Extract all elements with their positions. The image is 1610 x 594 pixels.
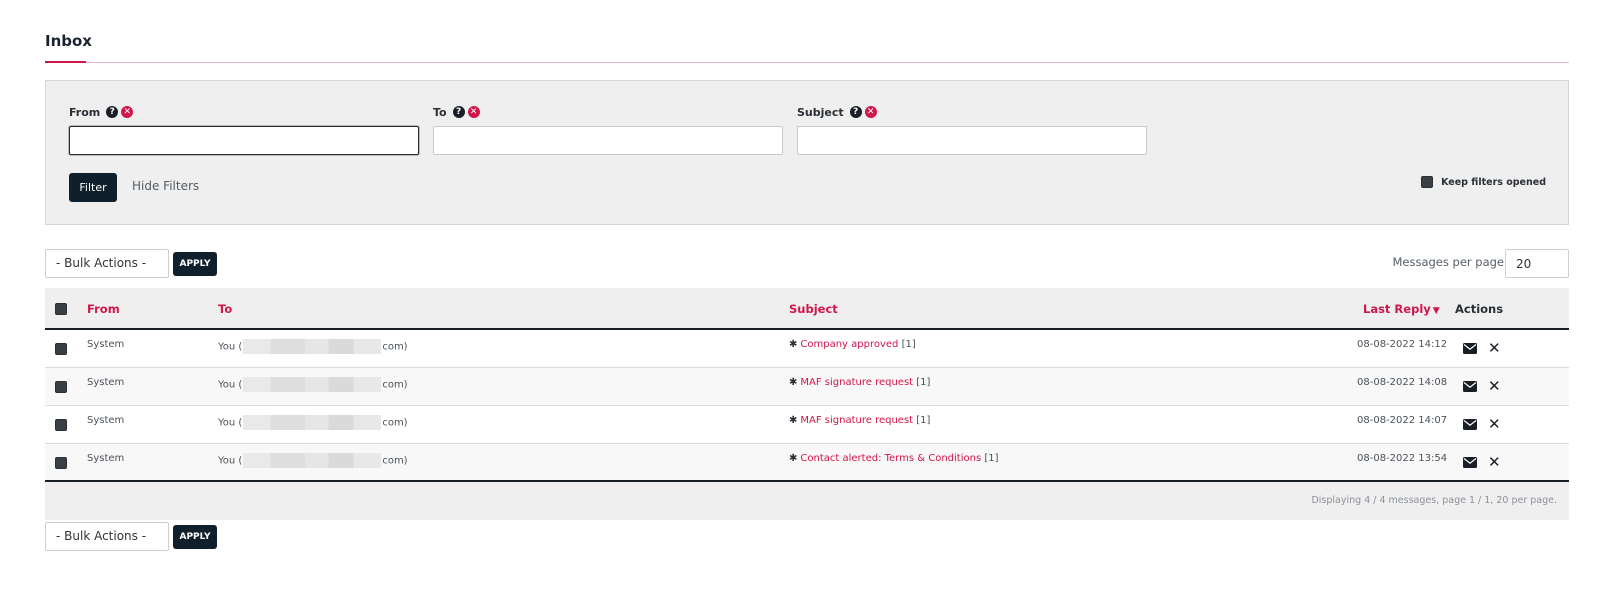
bulk-actions-select[interactable]: - Bulk Actions -	[45, 249, 169, 278]
help-icon[interactable]: ?	[106, 106, 119, 118]
keep-filters-checkbox[interactable]	[1421, 176, 1434, 188]
row-last-reply: 08-08-2022 13:54	[1357, 453, 1448, 464]
row-actions: ✕	[1463, 341, 1501, 356]
filter-to: To ? ✕	[433, 105, 783, 155]
row-actions: ✕	[1463, 379, 1501, 394]
table-header: From To Subject Last Reply ▼ Actions	[45, 288, 1569, 330]
table-footer: Displaying 4 / 4 messages, page 1 / 1, 2…	[45, 482, 1569, 520]
mail-icon[interactable]	[1463, 457, 1477, 468]
mail-icon[interactable]	[1463, 419, 1477, 430]
row-to: You (com)	[218, 415, 408, 430]
delete-icon[interactable]: ✕	[1488, 341, 1501, 356]
redacted-email	[243, 377, 382, 392]
clear-icon[interactable]: ✕	[121, 106, 134, 118]
select-all-checkbox[interactable]	[55, 303, 67, 315]
hide-filters-link[interactable]: Hide Filters	[132, 179, 199, 193]
star-icon: ✱	[789, 453, 798, 464]
apply-button[interactable]: APPLY	[173, 252, 217, 276]
col-last-reply-label: Last Reply	[1363, 302, 1431, 316]
page-header: Inbox	[45, 30, 1569, 63]
star-icon: ✱	[789, 339, 798, 350]
delete-icon[interactable]: ✕	[1488, 417, 1501, 432]
subject-input[interactable]	[797, 126, 1147, 155]
row-checkbox[interactable]	[55, 457, 67, 469]
row-checkbox[interactable]	[55, 419, 67, 431]
row-subject[interactable]: ✱ Contact alerted: Terms & Conditions [1]	[789, 453, 999, 464]
from-label: From	[69, 105, 101, 119]
table-row: System You (com) ✱ MAF signature request …	[45, 368, 1569, 406]
subject-label: Subject	[797, 105, 844, 119]
messages-table: From To Subject Last Reply ▼ Actions Syst…	[45, 288, 1569, 520]
row-actions: ✕	[1463, 417, 1501, 432]
filter-from: From ? ✕	[69, 105, 419, 155]
col-from[interactable]: From	[87, 302, 120, 316]
bulk-actions-bottom: - Bulk Actions - APPLY	[45, 522, 1569, 551]
clear-icon[interactable]: ✕	[467, 106, 480, 118]
mail-icon[interactable]	[1463, 343, 1477, 354]
delete-icon[interactable]: ✕	[1488, 455, 1501, 470]
row-checkbox[interactable]	[55, 381, 67, 393]
help-icon[interactable]: ?	[452, 106, 465, 118]
apply-button[interactable]: APPLY	[173, 525, 217, 549]
redacted-email	[243, 339, 382, 354]
clear-icon[interactable]: ✕	[864, 106, 877, 118]
filters-panel: From ? ✕ To ? ✕ Subject ? ✕ Filter Hide …	[45, 80, 1569, 225]
col-actions: Actions	[1455, 302, 1504, 316]
row-from: System	[87, 377, 125, 388]
filter-button[interactable]: Filter	[69, 173, 117, 202]
row-checkbox[interactable]	[55, 343, 67, 355]
table-row: System You (com) ✱ MAF signature request …	[45, 406, 1569, 444]
redacted-email	[243, 415, 382, 430]
bulk-actions-select[interactable]: - Bulk Actions -	[45, 522, 169, 551]
messages-per-page-label: Messages per page	[1392, 255, 1504, 269]
row-to: You (com)	[218, 453, 408, 468]
page-title: Inbox	[45, 32, 92, 50]
bulk-actions-top: - Bulk Actions - APPLY Messages per page	[45, 249, 1569, 278]
row-from: System	[87, 339, 125, 350]
row-to: You (com)	[218, 377, 408, 392]
col-subject[interactable]: Subject	[789, 302, 838, 316]
row-last-reply: 08-08-2022 14:08	[1357, 377, 1448, 388]
row-subject[interactable]: ✱ Company approved [1]	[789, 339, 916, 350]
col-to[interactable]: To	[218, 302, 232, 316]
star-icon: ✱	[789, 377, 798, 388]
row-subject[interactable]: ✱ MAF signature request [1]	[789, 415, 930, 426]
sort-down-icon: ▼	[1432, 306, 1440, 316]
row-subject[interactable]: ✱ MAF signature request [1]	[789, 377, 930, 388]
mail-icon[interactable]	[1463, 381, 1477, 392]
row-from: System	[87, 453, 125, 464]
help-icon[interactable]: ?	[849, 106, 862, 118]
pagination-info: Displaying 4 / 4 messages, page 1 / 1, 2…	[1311, 495, 1557, 506]
star-icon: ✱	[789, 415, 798, 426]
row-from: System	[87, 415, 125, 426]
title-underline	[45, 61, 86, 63]
to-input[interactable]	[433, 126, 783, 155]
table-row: System You (com) ✱ Contact alerted: Terms…	[45, 444, 1569, 482]
keep-filters-label: Keep filters opened	[1441, 176, 1546, 188]
row-actions: ✕	[1463, 455, 1501, 470]
col-last-reply[interactable]: Last Reply ▼	[1363, 302, 1440, 316]
to-label: To	[433, 105, 447, 119]
keep-filters-opened[interactable]: Keep filters opened	[1421, 176, 1546, 188]
redacted-email	[243, 453, 382, 468]
delete-icon[interactable]: ✕	[1488, 379, 1501, 394]
from-input[interactable]	[69, 126, 419, 155]
row-to: You (com)	[218, 339, 408, 354]
messages-per-page-input[interactable]	[1505, 249, 1569, 278]
table-row: System You (com) ✱ Company approved [1] 0…	[45, 330, 1569, 368]
filter-subject: Subject ? ✕	[797, 105, 1147, 155]
row-last-reply: 08-08-2022 14:12	[1357, 339, 1448, 350]
row-last-reply: 08-08-2022 14:07	[1357, 415, 1448, 426]
